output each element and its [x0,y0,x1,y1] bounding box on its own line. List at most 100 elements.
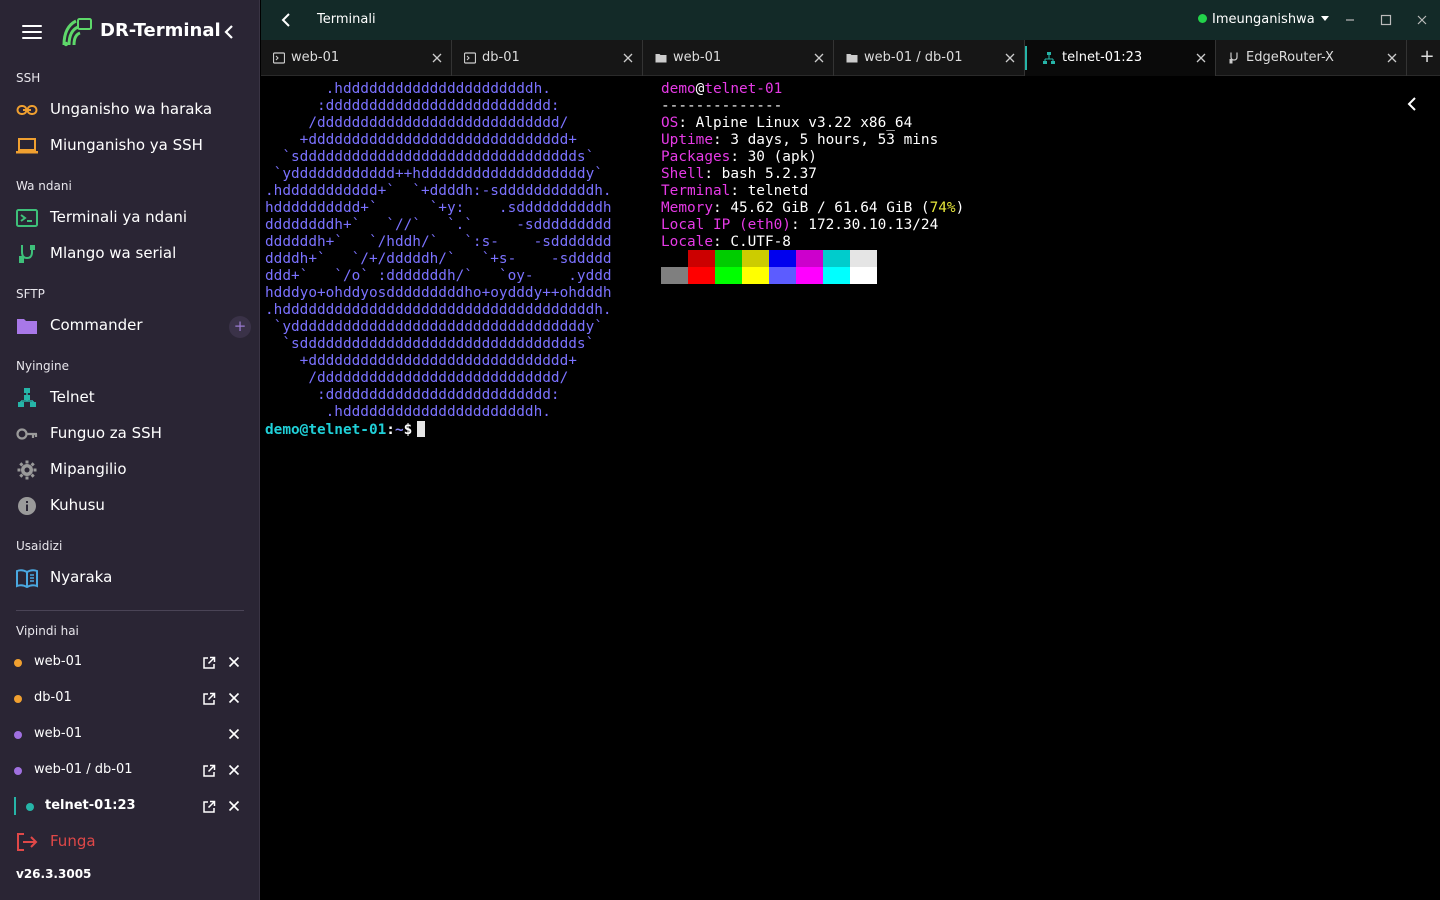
tab-label: web-01 [291,50,340,65]
folder-icon [655,54,667,63]
status-label: Imeunganishwa [1212,12,1315,27]
session-dot [14,695,22,703]
session-label: web-01 [34,726,83,741]
info-row-memory: Memory: 45.62 GiB / 61.64 GiB (74%) [661,200,965,216]
folder-icon [846,54,858,63]
chevron-down-icon [1320,16,1329,21]
nav-label: Miunganisho ya SSH [50,136,203,154]
session-item[interactable]: web-01 [0,717,260,753]
title-bar: Terminali Imeunganishwa [261,0,1440,40]
nav-label: Mlango wa serial [50,244,177,262]
close-tab-icon[interactable] [814,53,824,63]
tab[interactable]: web-01 / db-01 [834,40,1025,76]
active-tab-indicator [1025,46,1027,70]
close-tab-icon[interactable] [1196,53,1206,63]
nav-ssh-keys[interactable]: Funguo za SSH [0,416,260,452]
new-tab-button[interactable]: + [1419,48,1435,67]
color-swatch [661,250,688,267]
close-icon[interactable] [228,764,240,776]
close-icon[interactable] [228,728,240,740]
external-link-icon[interactable] [202,692,216,706]
minimize-icon[interactable] [1342,12,1358,28]
external-link-icon[interactable] [202,764,216,778]
tab-active[interactable]: telnet-01:23 [1025,40,1216,76]
nav-commander[interactable]: Commander [0,308,260,344]
external-link-icon[interactable] [202,656,216,670]
nav-about[interactable]: Kuhusu [0,488,260,524]
menu-icon[interactable] [22,25,42,39]
color-swatch [742,267,769,284]
nav-settings[interactable]: Mipangilio [0,452,260,488]
gear-icon [17,460,37,480]
key-icon [16,428,38,440]
session-dot [14,767,22,775]
session-item[interactable]: db-01 [0,681,260,717]
collapse-sidebar-icon[interactable] [220,22,238,42]
close-icon[interactable] [228,692,240,704]
quit-button[interactable]: Funga [0,824,260,860]
link-icon [16,105,38,115]
session-item-active[interactable]: telnet-01:23 [0,789,260,825]
color-palette [661,250,877,284]
text-cursor [417,421,426,437]
color-swatch [823,250,850,267]
info-row-locale: Locale: C.UTF-8 [661,234,791,250]
color-swatch [688,267,715,284]
info-row: Packages: 30 (apk) [661,149,817,165]
network-icon [18,388,36,407]
session-label: telnet-01:23 [45,798,136,813]
serial-port-icon [19,245,35,263]
info-separator: -------------- [661,98,783,114]
close-tab-icon[interactable] [1005,53,1015,63]
nav-local-terminal[interactable]: Terminali ya ndani [0,200,260,236]
close-icon[interactable] [228,656,240,668]
nav-telnet[interactable]: Telnet [0,380,260,416]
app-name: DR-Terminal [100,20,221,41]
terminal-view[interactable]: .hddddddddddddddddddddddh. :dddddddddddd… [261,76,1440,900]
color-swatch [769,250,796,267]
book-icon [16,569,38,588]
tab[interactable]: db-01 [452,40,643,76]
color-swatch [769,267,796,284]
add-commander-button[interactable]: + [229,316,251,338]
close-tab-icon[interactable] [623,53,633,63]
terminal-icon [273,52,285,64]
color-swatch [850,250,877,267]
session-item[interactable]: web-01 / db-01 [0,753,260,789]
external-link-icon[interactable] [202,800,216,814]
nav-label: Nyaraka [50,568,113,586]
app-version: v26.3.3005 [16,867,92,881]
color-swatch [715,267,742,284]
close-tab-icon[interactable] [432,53,442,63]
session-dot [14,731,22,739]
nav-ssh-connections[interactable]: Miunganisho ya SSH [0,128,260,164]
session-item[interactable]: web-01 [0,645,260,681]
color-swatch [796,267,823,284]
close-icon[interactable] [228,800,240,812]
connection-status-dropdown[interactable]: Imeunganishwa [1198,12,1329,27]
info-row-ip: Local IP (eth0): 172.30.10.13/24 [661,217,939,233]
nav-label: Kuhusu [50,496,105,514]
app-logo [62,18,92,47]
back-icon[interactable] [278,11,294,29]
nav-docs[interactable]: Nyaraka [0,560,260,596]
nav-quick-connect[interactable]: Unganisho wa haraka [0,92,260,128]
color-swatch [715,250,742,267]
close-window-icon[interactable] [1414,12,1430,28]
chevron-left-icon[interactable] [1405,96,1419,112]
tab[interactable]: web-01 [643,40,834,76]
close-tab-icon[interactable] [1387,53,1397,63]
color-swatch [796,250,823,267]
system-info: demo@telnet-01 -------------- OS: Alpine… [661,81,964,251]
laptop-icon [16,138,38,154]
serial-icon [1229,52,1238,64]
session-dot [26,803,34,811]
tab[interactable]: EdgeRouter-X [1216,40,1407,76]
maximize-icon[interactable] [1378,12,1394,28]
session-label: db-01 [34,690,72,705]
tab[interactable]: web-01 [261,40,452,76]
status-dot [1198,14,1207,23]
terminal-icon [16,209,38,227]
nav-serial-port[interactable]: Mlango wa serial [0,236,260,272]
info-row: Uptime: 3 days, 5 hours, 53 mins [661,132,939,148]
